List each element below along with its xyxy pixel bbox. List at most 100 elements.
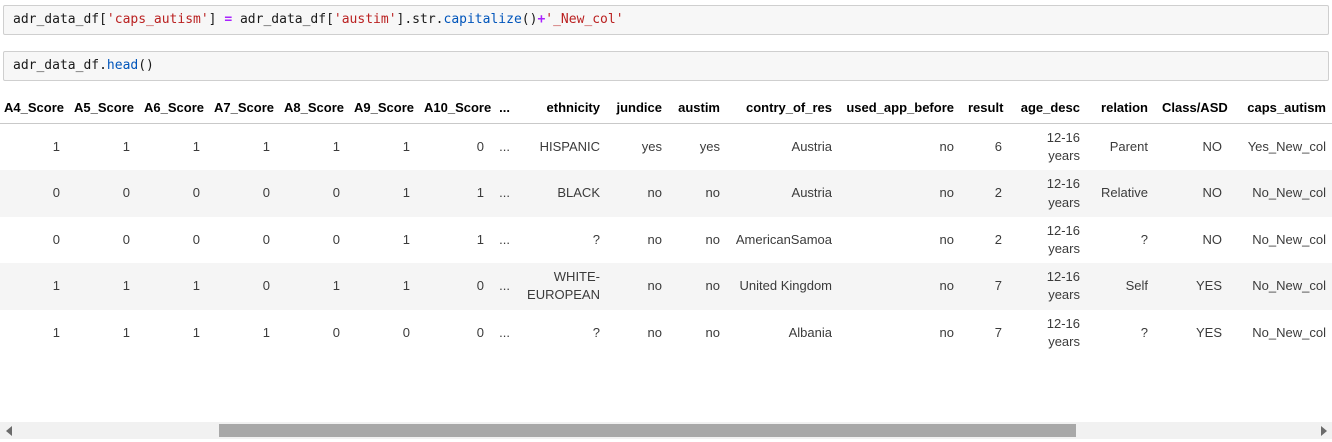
column-header: used_app_before [842, 94, 964, 124]
table-body: 1 1 1 1 1 1 0... HISPANIC yes yes Austria no 6 12-16 … [0, 124, 1332, 356]
column-header: jundice [610, 94, 672, 124]
table-cell: ? [592, 324, 600, 340]
table-cell: 0 [262, 231, 270, 247]
table-cell: 1 [52, 139, 60, 155]
table-cell: no [647, 231, 662, 247]
table-cell: no [705, 185, 720, 201]
table-cell: 1 [122, 324, 130, 340]
code-token-plain: [ [326, 12, 334, 27]
horizontal-scrollbar[interactable] [0, 422, 1332, 439]
table-cell: ... [499, 324, 510, 340]
table-cell: no [705, 231, 720, 247]
table-cell: 1 [122, 139, 130, 155]
table-cell: BLACK [557, 185, 600, 201]
table-cell: ? [592, 231, 600, 247]
code-token-plain: adr_data_df. [13, 58, 107, 73]
table-cell: 0 [262, 185, 270, 201]
table-cell: ... [499, 278, 510, 294]
table-cell: Austria [791, 185, 832, 201]
table-cell: 1 [402, 139, 410, 155]
table-cell: 12-16 years [1046, 269, 1080, 303]
table-cell: No_New_col [1252, 185, 1326, 201]
table-cell: no [705, 324, 720, 340]
table-cell: ? [1140, 324, 1148, 340]
table-cell: 2 [994, 231, 1002, 247]
table-cell: Albania [788, 324, 832, 340]
table-cell: 0 [192, 231, 200, 247]
table-cell: 1 [262, 324, 270, 340]
table-cell: 0 [122, 185, 130, 201]
table-cell: ... [499, 139, 510, 155]
table-cell: no [647, 278, 662, 294]
table-cell: 7 [994, 278, 1002, 294]
table-cell: HISPANIC [539, 139, 600, 155]
scroll-left-button[interactable] [0, 422, 17, 439]
table-cell: 1 [192, 324, 200, 340]
table-cell: NO [1202, 185, 1223, 201]
table-cell: ... [499, 185, 510, 201]
table-cell: No_New_col [1252, 324, 1326, 340]
table-cell: no [939, 139, 954, 155]
table-row: 1 1 1 1 0 0 0...? no no Albania no 7 12-16 years? YES… [0, 310, 1332, 356]
table-cell: yes [699, 139, 720, 155]
table-row: 0 0 0 0 0 1 1... BLACK no no Austria no 2 12-16 years… [0, 170, 1332, 217]
table-cell: 1 [476, 231, 484, 247]
table-cell: 0 [476, 278, 484, 294]
table-cell: 1 [192, 278, 200, 294]
table-cell: 6 [994, 139, 1002, 155]
table-cell: 0 [192, 185, 200, 201]
column-header: contry_of_res [730, 94, 842, 124]
table-cell: yes [641, 139, 662, 155]
code-token-string: '_New_col' [545, 12, 624, 27]
table-cell: 0 [476, 324, 484, 340]
table-cell: 1 [52, 278, 60, 294]
code-token-op: = [224, 12, 233, 27]
scrollbar-thumb[interactable] [219, 424, 1077, 437]
table-cell: 1 [52, 324, 60, 340]
scroll-right-button[interactable] [1315, 422, 1332, 439]
code-token-plain: () [521, 12, 538, 27]
table-cell: no [647, 185, 662, 201]
table-cell: 1 [122, 278, 130, 294]
column-header: A8_Score [280, 94, 350, 124]
table-cell: ... [499, 231, 510, 247]
table-cell: Yes_New_col [1247, 139, 1326, 155]
table-row: 0 0 0 0 0 1 1...? no no AmericanSamoa no 2 12-16 yea… [0, 217, 1332, 263]
table-cell: 12-16 years [1046, 222, 1080, 256]
table-cell: 0 [332, 185, 340, 201]
code-token-func: head [106, 58, 139, 73]
table-cell: 1 [402, 231, 410, 247]
table-cell: no [705, 278, 720, 294]
scrollbar-track[interactable] [17, 422, 1315, 439]
column-header: relation [1090, 94, 1158, 124]
table-cell: 0 [262, 278, 270, 294]
scroll-left-icon [5, 425, 12, 436]
table-cell: no [939, 278, 954, 294]
code-token-plain: adr_data_df [13, 12, 100, 27]
column-header: result [964, 94, 1012, 124]
scroll-right-icon [1320, 425, 1327, 436]
table-cell: No_New_col [1252, 278, 1326, 294]
table-cell: 1 [332, 278, 340, 294]
table-cell: no [647, 324, 662, 340]
table-cell: 0 [52, 231, 60, 247]
column-header: ethnicity [520, 94, 610, 124]
code-token-plain: ] [208, 12, 225, 27]
table-cell: no [939, 324, 954, 340]
table-cell: YES [1195, 324, 1222, 340]
table-row: 1 1 1 0 1 1 0... WHITE-EUROPEAN no no United Kingd… [0, 263, 1332, 310]
table-cell: 1 [332, 139, 340, 155]
table-cell: 12-16 years [1046, 315, 1080, 349]
table-cell: 0 [52, 185, 60, 201]
column-header: A10_Score [420, 94, 494, 124]
code-token-string: 'austim' [333, 12, 397, 27]
column-header: A4_Score [0, 94, 70, 124]
code-cell-assignment[interactable]: adr_data_df['caps_autism'] = adr_data_df… [3, 5, 1329, 35]
table-cell: Self [1125, 278, 1148, 294]
table-cell: 12-16 years [1046, 130, 1080, 164]
code-token-plain: adr_data_df [232, 12, 327, 27]
dataframe-table: A4_Score A5_Score A6_Score A7_Score A8_Score… [0, 94, 1332, 356]
code-token-plain: () [138, 58, 154, 73]
table-cell: ? [1140, 231, 1148, 247]
code-cell-head[interactable]: adr_data_df.head() [3, 51, 1329, 81]
